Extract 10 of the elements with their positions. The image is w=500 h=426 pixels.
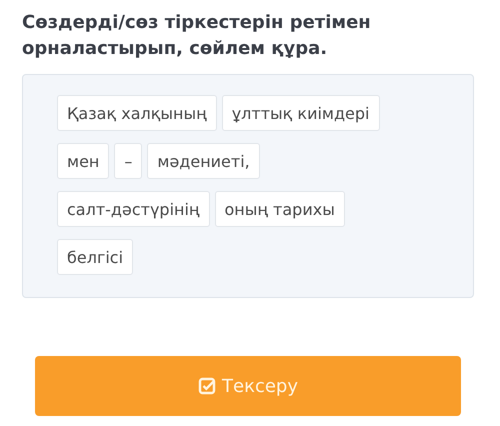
checkbox-icon <box>198 377 216 395</box>
word-chip[interactable]: – <box>114 143 142 179</box>
word-chip[interactable]: салт-дәстүрінің <box>57 191 210 227</box>
word-chip[interactable]: мен <box>57 143 110 179</box>
word-chip[interactable]: мәдениеті, <box>147 143 260 179</box>
word-chip[interactable]: Қазақ халқының <box>57 95 217 131</box>
word-chip[interactable]: оның тарихы <box>214 191 345 227</box>
word-chip[interactable]: белгісі <box>57 239 134 275</box>
word-chip[interactable]: ұлттық киімдері <box>222 95 380 131</box>
question-title: Сөздерді/сөз тіркестерін ретімен орналастырып, сөйлем құра. <box>22 11 372 61</box>
